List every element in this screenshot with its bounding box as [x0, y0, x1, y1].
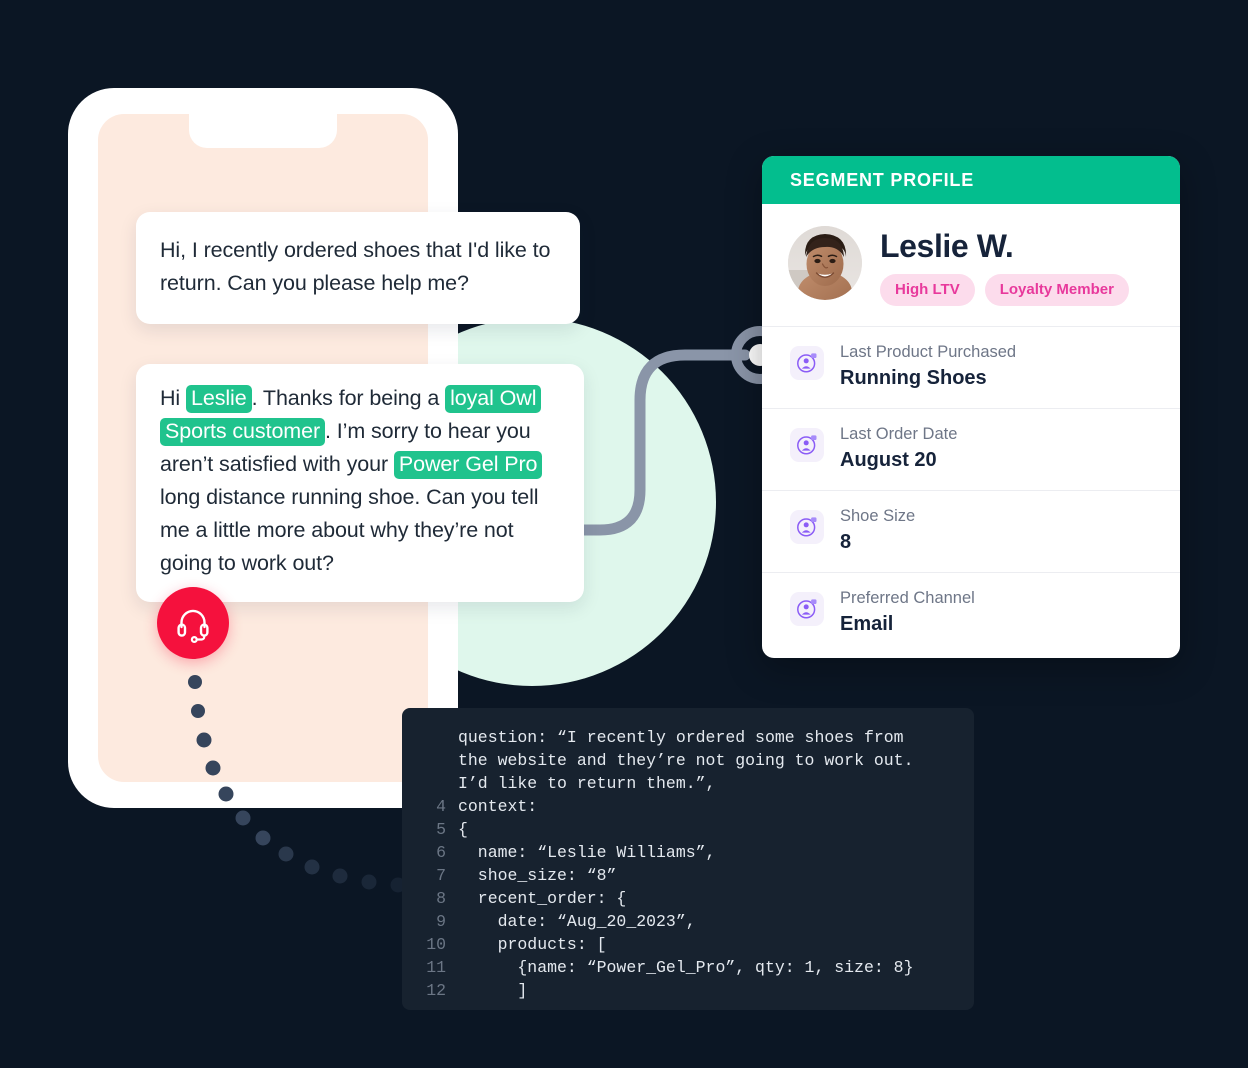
row-value: Running Shoes	[840, 367, 987, 389]
customer-profile-icon	[790, 510, 824, 544]
tag-list: High LTV Loyalty Member	[880, 274, 1129, 306]
code-line-text: context:	[458, 797, 538, 816]
customer-profile-icon	[790, 428, 824, 462]
code-line-text: shoe_size: “8”	[458, 866, 617, 885]
code-line-text: {	[458, 820, 468, 839]
code-line: 11 {name: “Power_Gel_Pro”, qty: 1, size:…	[402, 956, 974, 979]
segment-profile-card: SEGMENT PROFILE Leslie W. High LTV Loyal…	[762, 156, 1180, 658]
row-label: Last Product Purchased	[840, 343, 1017, 361]
identity-text: Leslie W. High LTV Loyalty Member	[880, 226, 1129, 306]
detail-row-shoe-size: Shoe Size 8	[762, 490, 1180, 572]
code-line-text: date: “Aug_20_2023”,	[458, 912, 696, 931]
code-line: question: “I recently ordered some shoes…	[402, 726, 974, 749]
message-text-fragment: long distance running shoe. Can you tell…	[160, 485, 539, 575]
code-line-number: 7	[436, 866, 446, 885]
code-line-text: products: [	[458, 935, 607, 954]
row-label: Preferred Channel	[840, 589, 975, 607]
page-title: Leslie W.	[880, 228, 1014, 264]
code-line-text: ]	[458, 981, 528, 1000]
customer-message-text: Hi, I recently ordered shoes that I'd li…	[160, 238, 551, 295]
code-line: the website and they’re not going to wor…	[402, 749, 974, 772]
row-label: Last Order Date	[840, 425, 958, 443]
code-line: 5{	[402, 818, 974, 841]
page-root: Hi, I recently ordered shoes that I'd li…	[0, 0, 1248, 1068]
highlighted-entity: Leslie	[185, 385, 252, 413]
code-line-number: 8	[436, 889, 446, 908]
detail-row-last-product-purchased: Last Product Purchased Running Shoes	[762, 326, 1180, 408]
phone-notch	[189, 114, 337, 148]
code-panel[interactable]: question: “I recently ordered some shoes…	[402, 708, 974, 1010]
code-line: 12 ]	[402, 979, 974, 1002]
row-text: Shoe Size 8	[840, 505, 915, 556]
code-line-number: 9	[436, 912, 446, 931]
code-line-text: I’d like to return them.”,	[458, 774, 716, 793]
code-line-text: the website and they’re not going to wor…	[458, 751, 914, 770]
card-header: SEGMENT PROFILE	[762, 156, 1180, 204]
customer-profile-icon	[790, 592, 824, 626]
row-value: August 20	[840, 449, 937, 471]
code-line-number: 10	[426, 935, 446, 954]
customer-avatar-image	[788, 226, 862, 300]
highlighted-entity: Power Gel Pro	[393, 451, 543, 479]
row-text: Last Product Purchased Running Shoes	[840, 341, 1016, 392]
code-line-number: 11	[426, 958, 446, 977]
code-line-text: {name: “Power_Gel_Pro”, qty: 1, size: 8}	[458, 958, 914, 977]
code-line-text: name: “Leslie Williams”,	[458, 843, 716, 862]
code-line-text: question: “I recently ordered some shoes…	[458, 728, 904, 747]
row-text: Preferred Channel Email	[840, 587, 975, 638]
code-line: 6 name: “Leslie Williams”,	[402, 841, 974, 864]
agent-headset-badge[interactable]	[157, 587, 229, 659]
customer-message-bubble: Hi, I recently ordered shoes that I'd li…	[136, 212, 580, 324]
code-line-number: 4	[436, 797, 446, 816]
row-label: Shoe Size	[840, 507, 916, 525]
code-line-number: 12	[426, 981, 446, 1000]
row-value: Email	[840, 613, 894, 635]
card-header-title: SEGMENT PROFILE	[790, 169, 975, 190]
row-text: Last Order Date August 20	[840, 423, 957, 474]
message-text-fragment: Hi	[160, 386, 186, 410]
code-line: 10 products: [	[402, 933, 974, 956]
row-value: 8	[840, 531, 852, 553]
agent-message-bubble: Hi Leslie. Thanks for being a loyal Owl …	[136, 364, 584, 602]
code-line: 9 date: “Aug_20_2023”,	[402, 910, 974, 933]
code-line-text: recent_order: {	[458, 889, 627, 908]
code-line-number: 5	[436, 820, 446, 839]
code-line: I’d like to return them.”,	[402, 772, 974, 795]
status-badge-high-ltv[interactable]: High LTV	[880, 274, 975, 306]
code-line-number: 6	[436, 843, 446, 862]
message-text-fragment: . Thanks for being a	[251, 386, 446, 410]
card-identity: Leslie W. High LTV Loyalty Member	[762, 204, 1180, 326]
code-line: 4 context:	[402, 795, 974, 818]
headset-icon	[177, 609, 209, 643]
detail-row-preferred-channel: Preferred Channel Email	[762, 572, 1180, 654]
customer-profile-icon	[790, 346, 824, 380]
agent-message-text: Hi Leslie. Thanks for being a loyal Owl …	[160, 385, 543, 575]
detail-row-last-order-date: Last Order Date August 20	[762, 408, 1180, 490]
status-badge-loyalty-member[interactable]: Loyalty Member	[984, 274, 1129, 306]
code-line: 7 shoe_size: “8”	[402, 864, 974, 887]
code-line: 8 recent_order: {	[402, 887, 974, 910]
avatar	[788, 226, 862, 300]
